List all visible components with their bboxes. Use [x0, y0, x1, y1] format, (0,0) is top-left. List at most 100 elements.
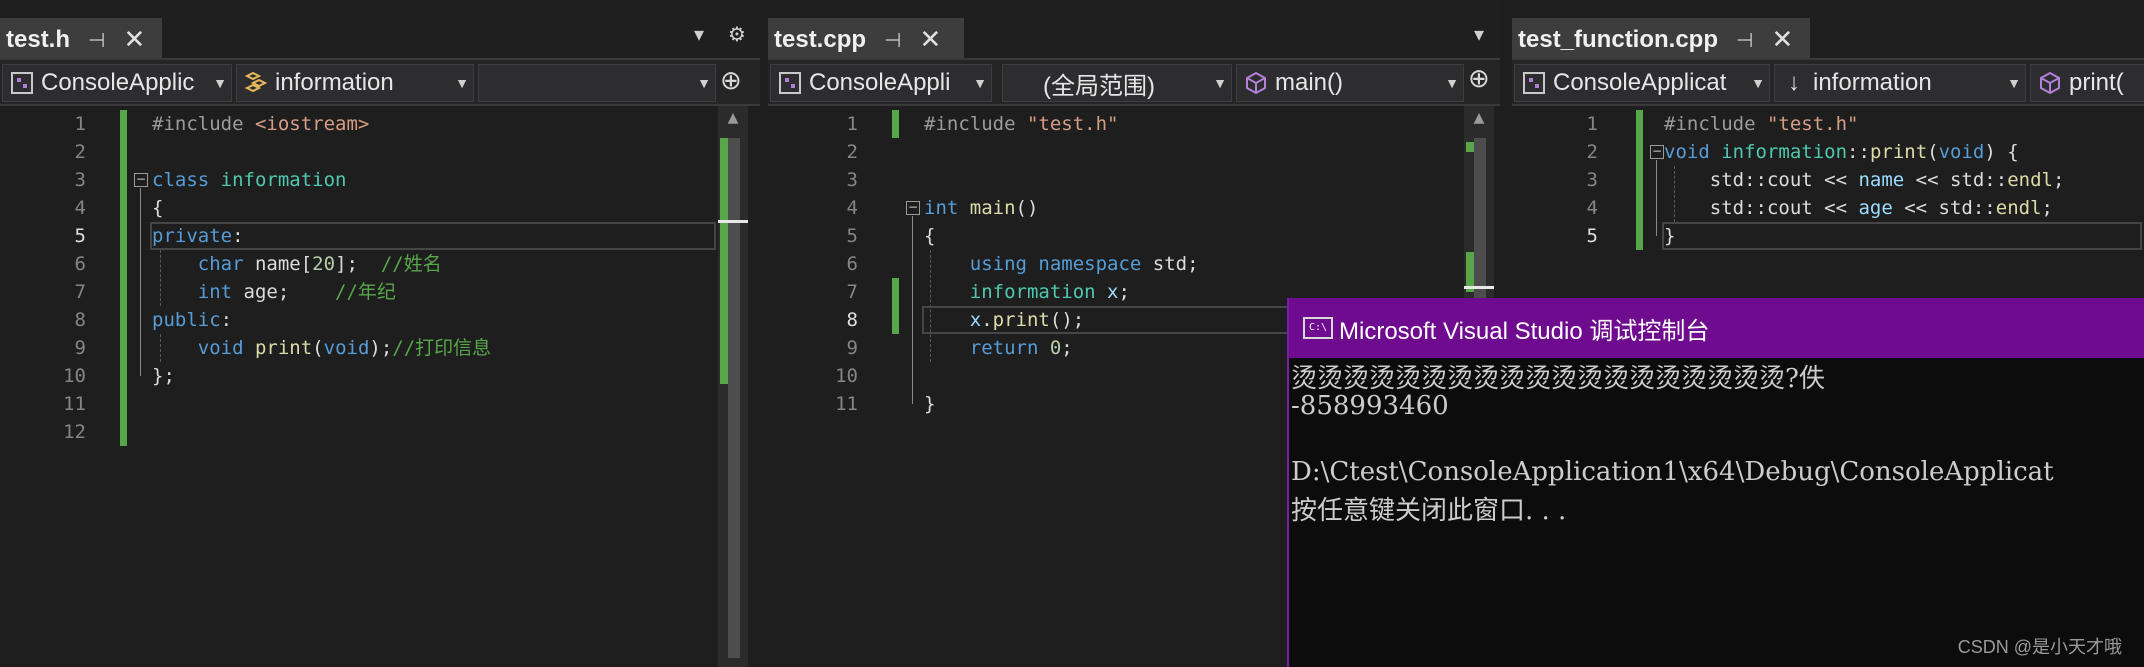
line-number: 9 — [74, 337, 86, 359]
code-token: name — [1858, 169, 1905, 191]
code-token: :: — [1847, 141, 1870, 163]
tab-test-cpp[interactable]: test.cpp ⊣ ✕ — [768, 18, 964, 58]
code-token: "test.h" — [1026, 113, 1119, 135]
code-token: endl — [2007, 169, 2053, 191]
code-text: int age; //年纪 — [152, 278, 396, 306]
code-token: int — [924, 197, 970, 219]
code-token: #include — [924, 113, 1027, 135]
code-token: endl — [1995, 197, 2042, 219]
code-token: ; — [2052, 169, 2065, 191]
code-token: } — [924, 393, 936, 415]
code-token: name[ — [254, 253, 313, 275]
close-icon[interactable]: ✕ — [919, 25, 941, 55]
code-text: { — [152, 194, 163, 222]
close-icon[interactable]: ✕ — [123, 25, 145, 55]
code-line: 5{ — [768, 222, 1500, 250]
navigation-bar: ConsoleApplicat ▼ ↓ information ▼ print( — [1512, 58, 2144, 106]
pin-icon[interactable]: ⊣ — [1736, 28, 1753, 52]
scope-dropdown[interactable]: ↓ information ▼ — [1774, 64, 2026, 102]
member-dropdown[interactable]: print( — [2030, 64, 2144, 102]
project-dropdown[interactable]: ConsoleApplic ▼ — [2, 64, 232, 102]
code-token: ( — [1927, 141, 1939, 163]
line-number: 6 — [74, 253, 86, 275]
line-number: 5 — [74, 225, 86, 247]
split-editor-icon[interactable]: ⊕ — [720, 66, 742, 96]
code-token: //打印信息 — [392, 337, 492, 359]
line-number: 9 — [846, 337, 858, 359]
chevron-down-icon: ▼ — [455, 75, 469, 91]
project-dropdown[interactable]: ConsoleAppli ▼ — [770, 64, 992, 102]
console-output: 烫烫烫烫烫烫烫烫烫烫烫烫烫烫烫烫烫烫烫?￼佚 -858993460 D:\Ctest… — [1291, 358, 2144, 667]
scroll-thumb[interactable] — [728, 138, 740, 658]
code-text: information x; — [924, 278, 1130, 306]
code-token: #include — [1664, 113, 1767, 135]
member-dropdown[interactable]: ▼ — [478, 64, 716, 102]
collapse-icon[interactable]: − — [1650, 145, 1664, 159]
scope-bracket — [912, 216, 913, 404]
code-token: void — [1938, 141, 1985, 163]
code-line: 3 class information — [0, 166, 760, 194]
indent-guide — [160, 334, 161, 362]
line-number: 2 — [846, 141, 858, 163]
tab-test-function-cpp[interactable]: test_function.cpp ⊣ ✕ — [1512, 18, 1810, 58]
pin-icon[interactable]: ⊣ — [88, 28, 105, 52]
code-token: age — [1858, 197, 1893, 219]
code-line: 11 — [0, 390, 760, 418]
debug-console-window[interactable]: C:\ Microsoft Visual Studio 调试控制台 烫烫烫烫烫烫… — [1287, 298, 2144, 667]
collapse-icon[interactable]: − — [134, 173, 148, 187]
tab-strip: test.h ⊣ ✕ ▾ ⚙ — [0, 0, 760, 58]
code-text: return 0; — [924, 334, 1073, 362]
chevron-down-icon[interactable]: ▾ — [694, 22, 704, 46]
code-line: 4 int main() — [768, 194, 1500, 222]
tab-strip: test.cpp ⊣ ✕ ▾ — [768, 0, 1500, 58]
caret-marker — [718, 220, 748, 223]
code-editor[interactable]: 1 #include <iostream> 2 3 class information 4… — [0, 106, 760, 667]
tab-strip: test_function.cpp ⊣ ✕ — [1512, 0, 2144, 58]
scroll-up-icon[interactable]: ▲ — [718, 110, 748, 126]
line-number: 6 — [846, 253, 858, 275]
close-icon[interactable]: ✕ — [1771, 25, 1793, 55]
chevron-down-icon[interactable]: ▾ — [1474, 22, 1484, 46]
chevron-down-icon: ▼ — [1213, 75, 1227, 91]
class-icon — [244, 71, 268, 93]
code-line: 1 #include "test.h" — [768, 110, 1500, 138]
console-title-bar[interactable]: C:\ Microsoft Visual Studio 调试控制台 — [1289, 298, 2144, 358]
code-text: std::cout << name << std::endl; — [1664, 166, 2065, 194]
caret-marker — [1464, 286, 1494, 289]
line-number: 2 — [74, 141, 86, 163]
line-number: 10 — [63, 365, 86, 387]
scroll-up-icon[interactable]: ▲ — [1464, 110, 1494, 126]
scope-label: (全局范围) — [1043, 72, 1155, 100]
scope-dropdown[interactable]: information ▼ — [236, 64, 474, 102]
code-token: void — [323, 337, 370, 359]
vertical-scrollbar[interactable]: ▲ — [718, 106, 748, 667]
code-token: ; — [1061, 337, 1073, 359]
split-editor-icon[interactable]: ⊕ — [1468, 64, 1490, 94]
gear-icon[interactable]: ⚙ — [728, 22, 746, 46]
code-text: } — [924, 390, 935, 418]
scope-dropdown[interactable]: (全局范围) ▼ — [1002, 64, 1232, 102]
console-title: Microsoft Visual Studio 调试控制台 — [1339, 317, 1710, 345]
code-token: ]; — [335, 253, 381, 275]
watermark: CSDN @是小天才哦 — [1957, 637, 2122, 657]
indent-guide — [160, 250, 161, 306]
chevron-down-icon: ▼ — [697, 75, 711, 91]
scope-bracket — [1656, 160, 1657, 236]
code-token: information — [220, 169, 347, 191]
code-text: void information::print(void) { — [1664, 138, 2019, 166]
code-token: main — [969, 197, 1016, 219]
indent-guide — [1674, 166, 1675, 222]
code-token: std::cout << — [1664, 197, 1859, 219]
tab-test-h[interactable]: test.h ⊣ ✕ — [0, 18, 162, 58]
scope-bracket — [140, 188, 141, 376]
member-dropdown[interactable]: main() ▼ — [1236, 64, 1464, 102]
code-token: std::cout << — [1664, 169, 1859, 191]
console-line: D:\Ctest\ConsoleApplication1\x64\Debug\C… — [1291, 457, 2054, 487]
chevron-down-icon: ▼ — [213, 75, 227, 91]
pin-icon[interactable]: ⊣ — [884, 28, 901, 52]
line-number: 1 — [846, 113, 858, 135]
collapse-icon[interactable]: − — [906, 201, 920, 215]
project-dropdown[interactable]: ConsoleApplicat ▼ — [1514, 64, 1770, 102]
